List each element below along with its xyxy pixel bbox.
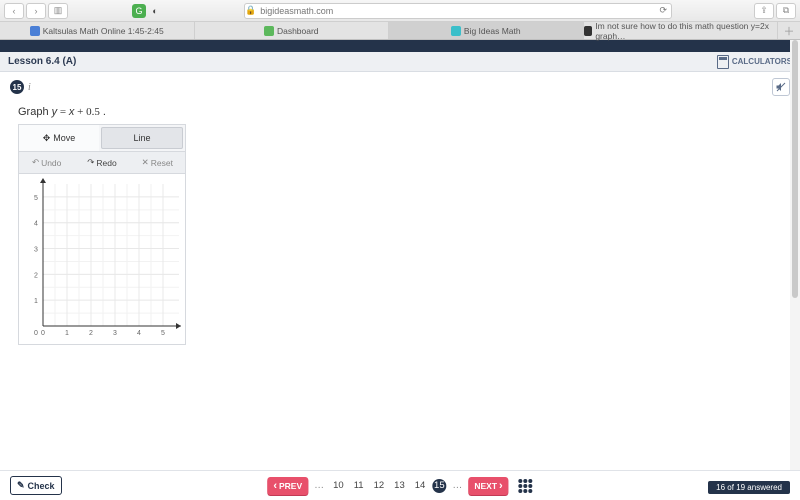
footer-bar: ✎Check PREV … 10 11 12 13 14 15 … NEXT 1… [0,470,800,500]
reset-icon: ✕ [142,157,149,168]
question-content: Graph y = x + 0.5 . ✥Move Line ↶Undo ↷Re… [0,102,800,349]
svg-text:1: 1 [65,330,69,337]
answered-badge: 16 of 19 answered [708,481,790,494]
move-icon: ✥ [43,133,51,144]
scrollbar-thumb[interactable] [792,40,798,298]
new-tab-button[interactable]: ＋ [778,22,800,39]
svg-text:2: 2 [89,330,93,337]
svg-text:5: 5 [34,195,38,202]
tabs-button[interactable]: ⧉ [776,3,796,19]
check-icon: ✎ [17,480,25,491]
action-row: ↶Undo ↷Redo ✕Reset [19,152,185,174]
url-host: bigideasmath.com [260,6,333,16]
favicon-icon [264,26,274,36]
reload-icon[interactable]: ⟳ [659,5,667,16]
browser-tab[interactable]: Kaltsulas Math Online 1:45-2:45 [0,22,195,39]
question-prompt: Graph y = x + 0.5 . [18,106,782,118]
sidebar-button[interactable]: ▥ [48,3,68,19]
tool-row: ✥Move Line [19,125,185,152]
tab-label: Big Ideas Math [464,26,521,36]
browser-toolbar: ‹ › ▥ G ◐ 🔒 bigideasmath.com ⟳ ⇪ ⧉ [0,0,800,22]
coordinate-plane[interactable]: 0 1 2 3 4 5 1 2 3 4 5 0 [19,174,185,344]
svg-text:5: 5 [161,330,165,337]
lock-icon: 🔒 [245,5,256,16]
next-button[interactable]: NEXT [468,477,508,495]
share-button[interactable]: ⇪ [754,3,774,19]
question-number-badge: 15 [10,80,24,94]
question-header: 15 i [0,72,800,102]
back-button[interactable]: ‹ [4,3,24,19]
browser-tab[interactable]: Dashboard [195,22,390,39]
page-link[interactable]: 12 [371,480,388,491]
tab-label: Im not sure how to do this math question… [595,21,777,41]
pager-ellipsis: … [312,480,326,491]
vertical-scrollbar[interactable] [790,40,800,470]
prev-button[interactable]: PREV [267,477,308,495]
undo-icon: ↶ [32,157,39,168]
pager: PREV … 10 11 12 13 14 15 … NEXT [267,477,532,495]
svg-text:3: 3 [113,330,117,337]
lesson-title: Lesson 6.4 (A) [8,56,76,67]
svg-text:4: 4 [137,330,141,337]
lesson-bar: Lesson 6.4 (A) CALCULATORS [0,52,800,72]
extension-darkmode-icon[interactable]: ◐ [148,4,162,18]
tab-label: Dashboard [277,26,319,36]
favicon-icon [584,26,593,36]
address-bar[interactable]: 🔒 bigideasmath.com ⟳ [244,3,672,19]
svg-text:1: 1 [34,298,38,305]
redo-icon: ↷ [87,157,94,168]
page-link[interactable]: 10 [330,480,347,491]
calculators-button[interactable]: CALCULATORS [717,55,792,69]
speaker-slash-icon [775,81,787,93]
browser-tab[interactable]: Big Ideas Math [389,22,584,39]
page-link[interactable]: 11 [351,480,367,491]
favicon-icon [451,26,461,36]
svg-text:0: 0 [41,330,45,337]
check-button[interactable]: ✎Check [10,476,62,495]
pager-ellipsis: … [450,480,464,491]
graph-widget: ✥Move Line ↶Undo ↷Redo ✕Reset 0 1 2 3 4 5 1 2 3 4… [18,124,186,345]
calculators-label: CALCULATORS [732,57,792,66]
svg-text:3: 3 [34,247,38,254]
reset-button[interactable]: ✕Reset [130,152,185,173]
page-link[interactable]: 13 [391,480,408,491]
extension-grammarly-icon[interactable]: G [132,4,146,18]
read-aloud-button[interactable] [772,78,790,96]
move-tool-button[interactable]: ✥Move [19,125,99,151]
browser-tab-strip: Kaltsulas Math Online 1:45-2:45 Dashboar… [0,22,800,40]
undo-button[interactable]: ↶Undo [19,152,74,173]
info-icon[interactable]: i [28,82,31,93]
question-grid-button[interactable] [519,479,533,493]
line-tool-button[interactable]: Line [101,127,183,149]
favicon-icon [30,26,40,36]
svg-text:2: 2 [34,272,38,279]
page-link[interactable]: 14 [412,480,429,491]
calculator-icon [717,55,729,69]
redo-button[interactable]: ↷Redo [74,152,129,173]
tab-label: Kaltsulas Math Online 1:45-2:45 [43,26,164,36]
forward-button[interactable]: › [26,3,46,19]
browser-tab[interactable]: Im not sure how to do this math question… [584,22,779,39]
svg-text:0: 0 [34,330,38,337]
page-current[interactable]: 15 [432,479,446,493]
app-header-top [0,40,800,52]
svg-text:4: 4 [34,221,38,228]
